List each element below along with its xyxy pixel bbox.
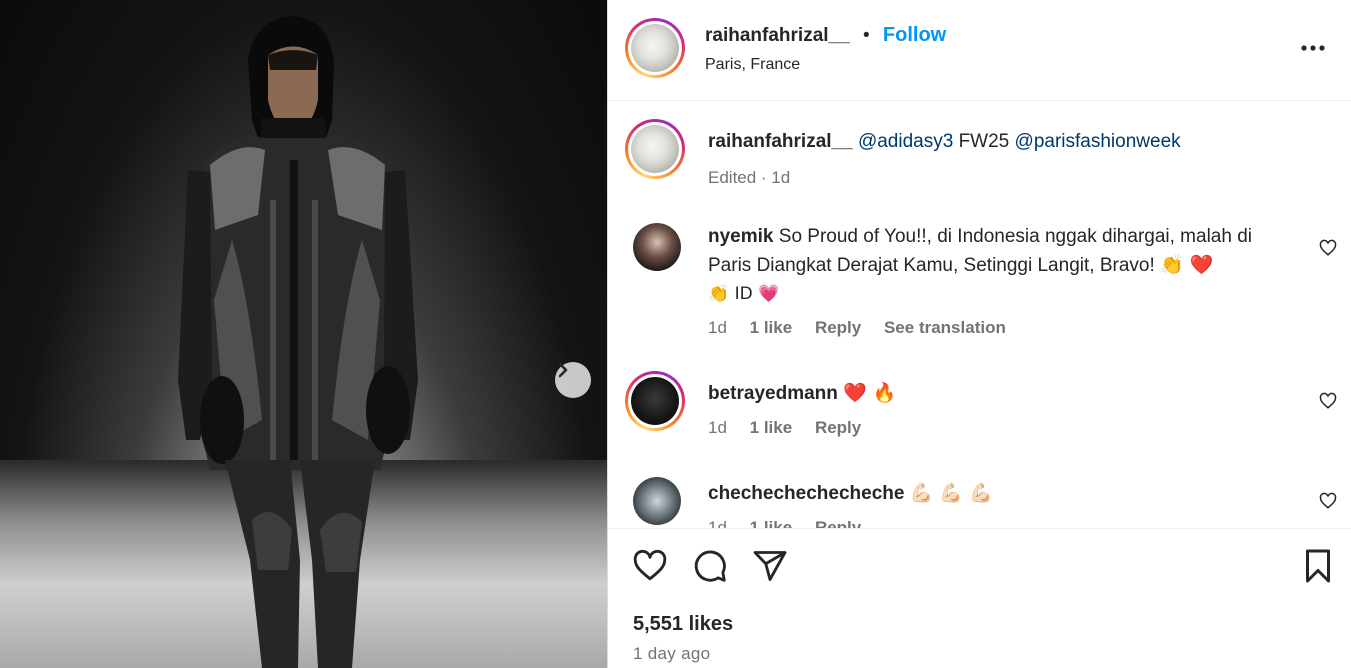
- comment-likes[interactable]: 1 like: [750, 518, 793, 528]
- author-avatar[interactable]: [625, 18, 685, 78]
- comment-emoji-line: 👏 ID 💗: [708, 284, 780, 304]
- comment-meta: 1d 1 like Reply See translation: [708, 314, 1298, 342]
- more-options-button[interactable]: [1298, 36, 1328, 60]
- like-comment-icon[interactable]: [1319, 239, 1337, 257]
- caption-meta: Edited · 1d: [708, 168, 791, 187]
- commenter-avatar[interactable]: [625, 371, 685, 431]
- more-horizontal-icon: [1301, 45, 1325, 51]
- post-panel: raihanfahrizal__ • Follow Paris, France …: [607, 0, 1351, 668]
- commenter-username[interactable]: chechechechecheche: [708, 483, 904, 504]
- save-icon[interactable]: [1300, 548, 1336, 584]
- reply-button[interactable]: Reply: [815, 518, 861, 528]
- caption-text: FW25: [958, 131, 1010, 152]
- separator-dot: •: [862, 25, 870, 46]
- share-icon[interactable]: [752, 548, 788, 584]
- like-comment-icon[interactable]: [1319, 392, 1337, 410]
- commenter-avatar[interactable]: [633, 223, 681, 271]
- see-translation-button[interactable]: See translation: [884, 318, 1006, 337]
- comment-emoji: 👏 ❤️: [1160, 254, 1214, 276]
- post-header: raihanfahrizal__ • Follow Paris, France: [608, 0, 1351, 101]
- caption-avatar[interactable]: [625, 119, 685, 179]
- caption-mention[interactable]: @parisfashionweek: [1015, 131, 1181, 152]
- caption-mention[interactable]: @adidasy3: [858, 131, 953, 152]
- commenter-avatar[interactable]: [633, 477, 681, 525]
- chevron-right-icon: [558, 362, 568, 378]
- post-timestamp[interactable]: 1 day ago: [633, 644, 710, 664]
- comment-time[interactable]: 1d: [708, 318, 727, 337]
- comment-time[interactable]: 1d: [708, 518, 727, 528]
- commenter-username[interactable]: betrayedmann: [708, 383, 838, 404]
- follow-button[interactable]: Follow: [883, 24, 946, 46]
- comment-meta: 1d 1 like Reply: [708, 514, 1298, 528]
- comment-likes[interactable]: 1 like: [750, 418, 793, 437]
- comment-text: 💪🏻 💪🏻 💪🏻: [909, 482, 993, 504]
- comment-time[interactable]: 1d: [708, 418, 727, 437]
- next-image-button[interactable]: [555, 362, 591, 398]
- reply-button[interactable]: Reply: [815, 418, 861, 437]
- likes-count[interactable]: 5,551 likes: [633, 613, 733, 636]
- post-actions: [608, 548, 1351, 588]
- comment-text: ❤️ 🔥: [843, 382, 897, 404]
- comment-likes[interactable]: 1 like: [750, 318, 793, 337]
- commenter-username[interactable]: nyemik: [708, 226, 773, 247]
- comment-meta: 1d 1 like Reply: [708, 414, 1298, 442]
- like-icon[interactable]: [632, 548, 668, 584]
- author-username[interactable]: raihanfahrizal__: [705, 25, 850, 46]
- comments-scroll[interactable]: raihanfahrizal__ @adidasy3 FW25 @parisfa…: [608, 101, 1351, 529]
- post-media: [0, 0, 607, 668]
- reply-button[interactable]: Reply: [815, 318, 861, 337]
- like-comment-icon[interactable]: [1319, 492, 1337, 510]
- comment-icon[interactable]: [692, 548, 728, 584]
- post-location[interactable]: Paris, France: [705, 56, 800, 74]
- runway-model-image: [178, 16, 418, 668]
- caption-username[interactable]: raihanfahrizal__: [708, 131, 853, 152]
